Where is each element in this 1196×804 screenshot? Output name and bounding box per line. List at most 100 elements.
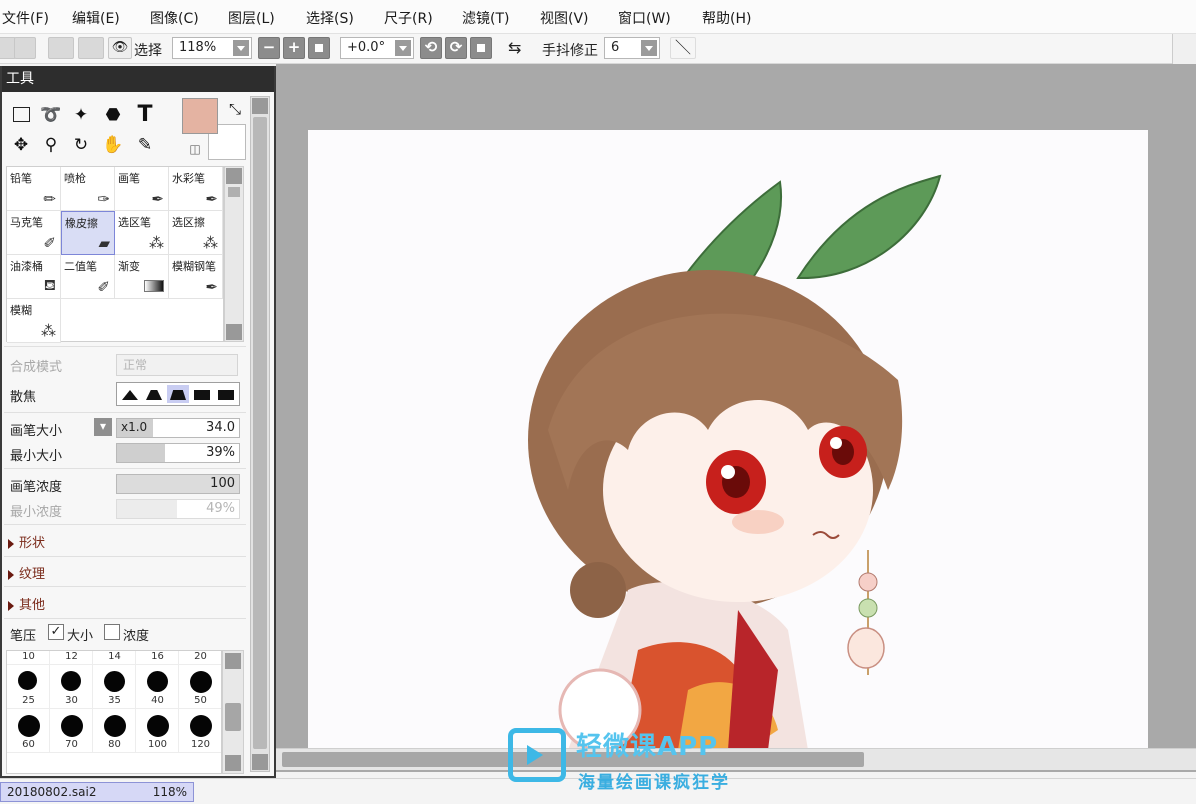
edge-hardness-selector[interactable] xyxy=(116,382,240,406)
zoom-combo[interactable]: 118% xyxy=(172,37,252,59)
zoom-in-button[interactable]: + xyxy=(283,37,305,59)
rotate-left-button[interactable]: ⟲ xyxy=(420,37,442,59)
brush-marker[interactable]: 马克笔 ✐ xyxy=(7,211,61,255)
menu-ruler[interactable]: 尺子(R) xyxy=(384,8,433,28)
brush-blur[interactable]: 模糊 ⁂ xyxy=(7,299,61,343)
hand-icon[interactable]: ✋ xyxy=(100,132,126,158)
brush-blur-pen[interactable]: 模糊钢笔 ✒ xyxy=(169,255,223,299)
scroll-up-icon[interactable] xyxy=(225,653,241,669)
eyedropper-icon[interactable]: ✎ xyxy=(132,132,158,158)
toolbar-button-4[interactable] xyxy=(78,37,104,59)
edge-option-3[interactable] xyxy=(167,385,189,403)
edge-option-1[interactable] xyxy=(119,385,141,403)
density-slider[interactable]: 100 xyxy=(116,474,240,494)
size-preset-scrollbar[interactable] xyxy=(222,650,244,774)
size-preset[interactable]: 16 xyxy=(136,651,179,665)
menu-file[interactable]: 文件(F) xyxy=(2,8,49,28)
rotate-right-button[interactable]: ⟳ xyxy=(445,37,467,59)
menu-window[interactable]: 窗口(W) xyxy=(618,8,671,28)
size-preset[interactable]: 10 xyxy=(7,651,50,665)
pressure-density-checkbox[interactable] xyxy=(104,624,120,640)
brush-binary-pen[interactable]: 二值笔 ✐ xyxy=(61,255,115,299)
select-pen-icon[interactable]: ⬣ xyxy=(100,102,126,128)
brush-gradient[interactable]: 渐变 xyxy=(115,255,169,299)
zoom-reset-button[interactable] xyxy=(308,37,330,59)
section-other[interactable]: 其他 xyxy=(8,594,45,613)
brush-select-eraser[interactable]: 选区擦 ⁂ xyxy=(169,211,223,255)
menu-select[interactable]: 选择(S) xyxy=(306,8,354,28)
rotation-reset-button[interactable] xyxy=(470,37,492,59)
zoom-out-button[interactable]: − xyxy=(258,37,280,59)
menu-edit[interactable]: 编辑(E) xyxy=(72,8,120,28)
size-preset[interactable]: 12 xyxy=(50,651,93,665)
brush-eraser[interactable]: 橡皮擦 ▰ xyxy=(61,211,115,255)
menu-filter[interactable]: 滤镜(T) xyxy=(462,8,509,28)
magic-wand-icon[interactable]: ✦ xyxy=(68,102,94,128)
size-preset[interactable]: 14 xyxy=(93,651,136,665)
lasso-icon[interactable]: ➰ xyxy=(38,102,64,128)
brush-airbrush[interactable]: 喷枪 ✑ xyxy=(61,167,115,211)
line-tool-icon[interactable]: ＼ xyxy=(670,37,696,59)
min-size-slider[interactable]: 39% xyxy=(116,443,240,463)
text-icon[interactable]: T xyxy=(132,102,158,128)
scroll-down-icon[interactable] xyxy=(226,324,242,340)
size-preset[interactable]: 50 xyxy=(179,665,221,709)
eye-icon[interactable]: 👁 xyxy=(108,37,132,59)
brush-brush[interactable]: 画笔 ✒ xyxy=(115,167,169,211)
foreground-color-swatch[interactable] xyxy=(182,98,218,134)
move-icon[interactable]: ✥ xyxy=(8,132,34,158)
size-preset[interactable]: 35 xyxy=(93,665,136,709)
scroll-thumb[interactable] xyxy=(225,703,241,731)
rotate-icon[interactable]: ↻ xyxy=(68,132,94,158)
brush-bucket[interactable]: 油漆桶 ⛾ xyxy=(7,255,61,299)
size-preset[interactable]: 100 xyxy=(136,709,179,753)
menu-image[interactable]: 图像(C) xyxy=(150,8,199,28)
size-preset[interactable]: 30 xyxy=(50,665,93,709)
size-preset[interactable]: 20 xyxy=(179,651,221,665)
rotation-combo[interactable]: +0.0° xyxy=(340,37,414,59)
brush-size-slider[interactable]: x1.0 34.0 xyxy=(116,418,240,438)
scroll-down-icon[interactable] xyxy=(225,755,241,771)
section-texture[interactable]: 纹理 xyxy=(8,563,45,582)
scroll-thumb[interactable] xyxy=(282,752,864,767)
canvas-horizontal-scrollbar[interactable] xyxy=(276,748,1196,770)
size-range-button[interactable]: ▾ xyxy=(94,418,112,436)
brush-select-brush[interactable]: 选区笔 ⁂ xyxy=(115,211,169,255)
scroll-down-icon[interactable] xyxy=(252,754,268,770)
toolbar-button-3[interactable] xyxy=(48,37,74,59)
size-preset[interactable]: 70 xyxy=(50,709,93,753)
pressure-size-checkbox[interactable]: ✓ xyxy=(48,624,64,640)
menu-view[interactable]: 视图(V) xyxy=(540,8,589,28)
size-preset[interactable]: 60 xyxy=(7,709,50,753)
file-tab[interactable]: 20180802.sai2 118% xyxy=(0,782,194,802)
size-preset[interactable]: 80 xyxy=(93,709,136,753)
reset-colors-icon[interactable]: ◫ xyxy=(182,136,208,162)
tool-panel-scrollbar[interactable] xyxy=(250,96,270,772)
scroll-thumb[interactable] xyxy=(253,117,267,749)
section-shape[interactable]: 形状 xyxy=(8,532,45,551)
brush-pencil[interactable]: 铅笔 ✏ xyxy=(7,167,61,211)
rect-select-icon[interactable] xyxy=(8,102,34,128)
brush-grid-scrollbar[interactable] xyxy=(224,166,244,342)
menu-layer[interactable]: 图层(L) xyxy=(228,8,275,28)
canvas-paper[interactable] xyxy=(308,130,1148,752)
min-density-slider[interactable]: 49% xyxy=(116,499,240,519)
edge-option-4[interactable] xyxy=(191,385,213,403)
blend-mode-combo[interactable]: 正常 xyxy=(116,354,238,376)
menu-help[interactable]: 帮助(H) xyxy=(702,8,751,28)
edge-option-5[interactable] xyxy=(215,385,237,403)
edge-option-2[interactable] xyxy=(143,385,165,403)
flip-icon[interactable]: ⇆ xyxy=(508,38,521,57)
brush-watercolor[interactable]: 水彩笔 ✒ xyxy=(169,167,223,211)
size-preset[interactable]: 120 xyxy=(179,709,221,753)
zoom-icon[interactable]: ⚲ xyxy=(38,132,64,158)
scroll-up-icon[interactable] xyxy=(252,98,268,114)
size-preset[interactable]: 25 xyxy=(7,665,50,709)
canvas-area[interactable] xyxy=(276,64,1196,772)
scroll-up-icon[interactable] xyxy=(226,168,242,184)
stabilizer-combo[interactable]: 6 xyxy=(604,37,660,59)
toolbar-button-2[interactable] xyxy=(14,37,36,59)
size-preset[interactable]: 40 xyxy=(136,665,179,709)
swap-colors-icon[interactable]: ⤡ xyxy=(222,96,248,122)
scroll-thumb[interactable] xyxy=(228,187,240,197)
